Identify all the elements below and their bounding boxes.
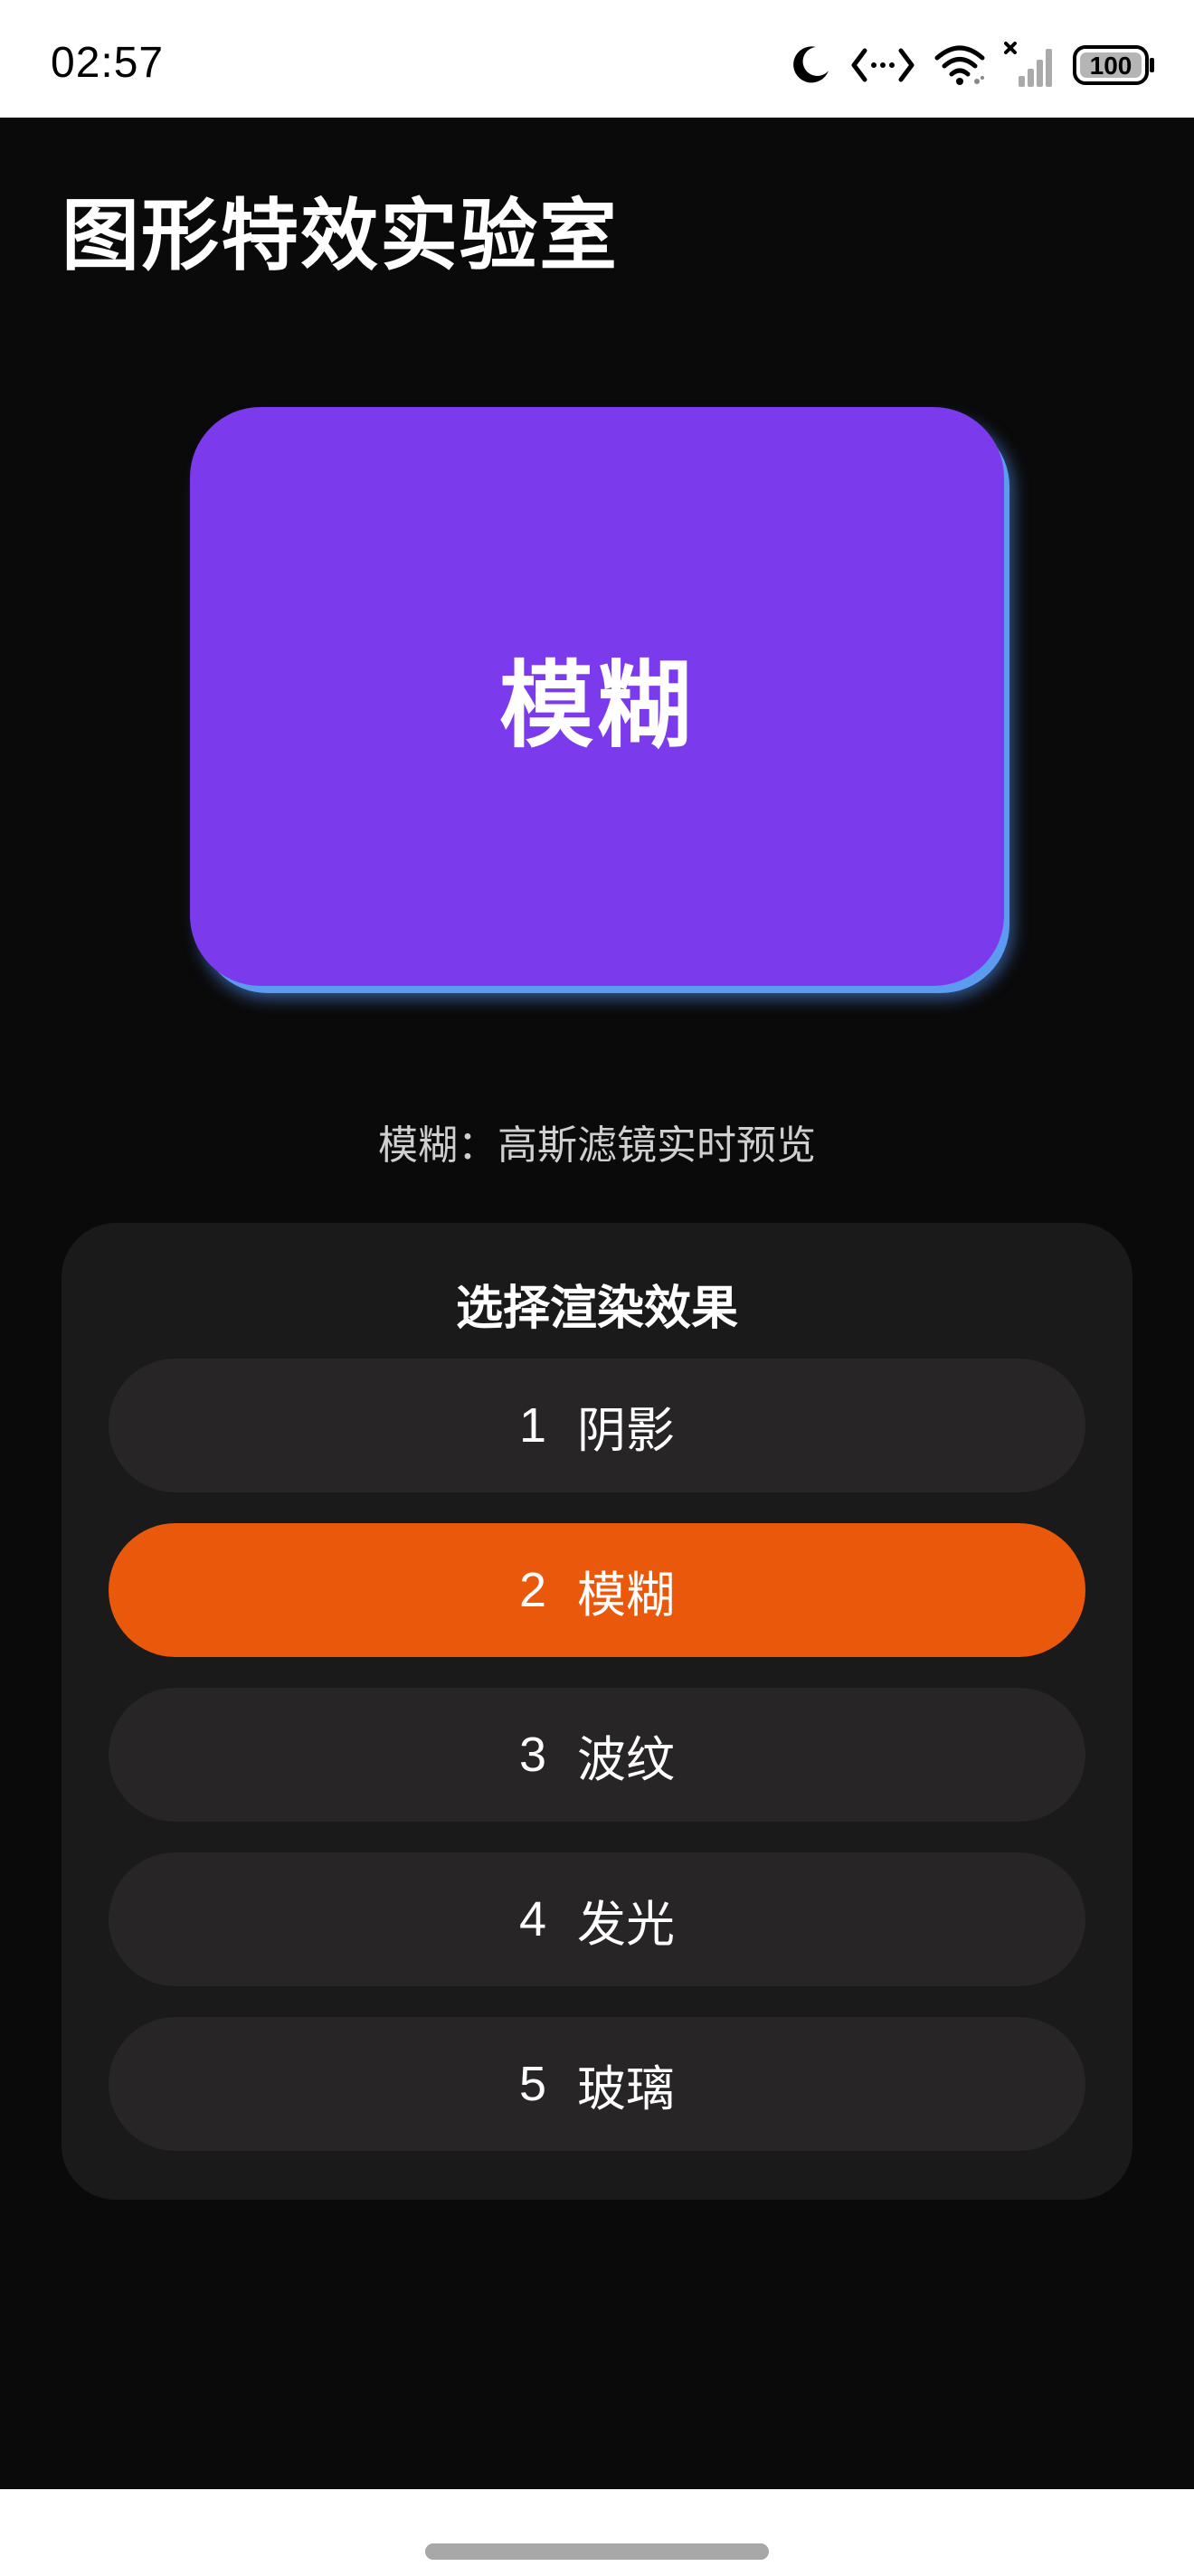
- page-title: 图形特效实验室: [62, 191, 619, 281]
- effect-selector-panel: 选择渲染效果 1 阴影 2 模糊 3 波纹 4 发光 5 玻璃: [62, 1223, 1132, 2200]
- preview-label: 模糊: [498, 649, 695, 761]
- status-icons: 100: [789, 36, 1156, 94]
- app-main: 图形特效实验室 模糊 模糊：高斯滤镜实时预览 选择渲染效果 1 阴影 2 模糊 …: [0, 118, 1194, 2489]
- option-label: 发光: [577, 1895, 676, 1953]
- option-number: 1: [518, 1398, 547, 1453]
- option-label: 玻璃: [577, 2060, 676, 2117]
- effect-option-blur[interactable]: 2 模糊: [109, 1523, 1085, 1657]
- home-indicator[interactable]: [425, 2543, 769, 2560]
- effect-option-shadow[interactable]: 1 阴影: [109, 1359, 1085, 1492]
- effect-option-ripple[interactable]: 3 波纹: [109, 1688, 1085, 1822]
- selector-title: 选择渲染效果: [455, 1282, 738, 1336]
- effect-description: 模糊：高斯滤镜实时预览: [378, 1122, 816, 1169]
- battery-level: 100: [1090, 52, 1132, 80]
- navigation-bar: [0, 2489, 1194, 2576]
- option-number: 4: [518, 1892, 547, 1946]
- code-arrows-icon: [850, 43, 915, 87]
- option-label: 模糊: [577, 1566, 676, 1624]
- effect-option-glass[interactable]: 5 玻璃: [109, 2017, 1085, 2151]
- status-time: 02:57: [51, 39, 165, 87]
- effect-preview-card: 模糊: [190, 407, 1004, 986]
- battery-icon: 100: [1073, 44, 1156, 86]
- wifi-icon: [933, 43, 986, 87]
- status-bar: 02:57 100: [0, 0, 1194, 118]
- signal-icon: [1004, 42, 1055, 89]
- moon-icon: [789, 43, 832, 87]
- option-label: 波纹: [577, 1730, 676, 1788]
- option-number: 3: [518, 1728, 547, 1782]
- option-number: 5: [518, 2057, 547, 2111]
- option-label: 阴影: [577, 1401, 676, 1459]
- effect-option-glow[interactable]: 4 发光: [109, 1852, 1085, 1986]
- option-number: 2: [518, 1563, 547, 1617]
